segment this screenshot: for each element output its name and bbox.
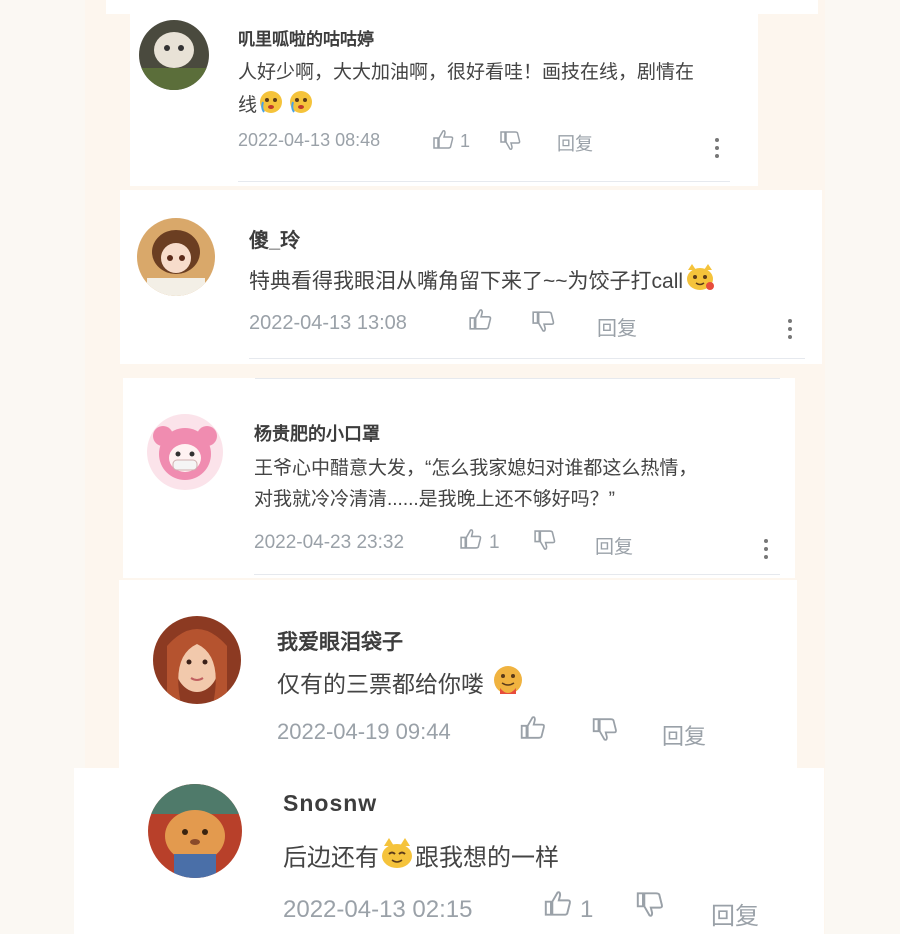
like-count: 1: [460, 131, 471, 151]
comment-card: Snosnw 后边还有 跟我想的一样 2022-04-13 02:15 1 回复: [74, 768, 824, 934]
comment-text-segment: 后边还有: [283, 844, 379, 872]
avatar[interactable]: [139, 20, 209, 90]
comment-text-line: 王爷心中醋意大发，“怎么我家媳妇对谁都这么热情，: [254, 458, 698, 479]
thumbs-down-icon[interactable]: [531, 311, 555, 338]
comment-text-line: 仅有的三票都给你喽: [277, 671, 484, 698]
more-vertical-icon[interactable]: [788, 319, 794, 343]
reply-button[interactable]: 回复: [662, 719, 706, 751]
comment-text-line: 线: [238, 95, 258, 117]
like-count: 1: [580, 896, 594, 923]
comment-text-line: 人好少啊，大大加油啊，很好看哇！画技在线，剧情在: [238, 62, 695, 83]
crying-face-emoji: [257, 88, 287, 124]
comment-author[interactable]: 叽里呱啦的咕咕婷: [238, 25, 374, 50]
comment-card: 我爱眼泪袋子 仅有的三票都给你喽 2022-04-19 09:44 回复: [119, 580, 797, 768]
thumbs-down-icon[interactable]: [591, 718, 618, 747]
avatar[interactable]: [153, 616, 241, 704]
divider: [254, 574, 780, 575]
cat-emoji: [683, 262, 717, 303]
thumbs-up-icon[interactable]: [543, 890, 572, 921]
thumbs-up-icon[interactable]: [459, 528, 482, 554]
like-count: 1: [489, 532, 500, 553]
comment-author[interactable]: 杨贵肥的小口罩: [254, 420, 380, 446]
thumbs-up-icon[interactable]: [519, 715, 546, 744]
comment-text-segment: 跟我想的一样: [415, 844, 559, 872]
comment-text-line: 特典看得我眼泪从嘴角留下来了~~为饺子打call: [249, 270, 684, 294]
reply-button[interactable]: 回复: [711, 896, 759, 931]
comment-date: 2022-04-19 09:44: [277, 719, 451, 744]
top-card-edge: [106, 0, 818, 14]
comment-date: 2022-04-13 08:48: [238, 130, 381, 150]
comment-date: 2022-04-13 02:15: [283, 896, 473, 923]
more-vertical-icon[interactable]: [715, 138, 721, 162]
thumbs-up-icon[interactable]: [432, 129, 454, 154]
more-vertical-icon[interactable]: [764, 539, 770, 563]
comment-text: 王爷心中醋意大发，“怎么我家媳妇对谁都这么热情， 对我就冷冷清清......是我…: [254, 453, 697, 515]
thumbs-down-icon[interactable]: [635, 892, 664, 923]
divider: [249, 358, 805, 359]
cat-emoji: [379, 836, 415, 882]
avatar[interactable]: [147, 414, 223, 490]
comment-card: 傻_玲 特典看得我眼泪从嘴角留下来了~~为饺子打call 2022-04-13 …: [120, 190, 822, 364]
comment-text: 特典看得我眼泪从嘴角留下来了~~为饺子打call: [249, 262, 717, 303]
comment-author[interactable]: 傻_玲: [249, 224, 300, 253]
thumbs-down-icon[interactable]: [533, 530, 556, 556]
comment-date: 2022-04-23 23:32: [254, 532, 405, 553]
crying-face-emoji: [287, 88, 317, 124]
comment-card: 叽里呱啦的咕咕婷 人好少啊，大大加油啊，很好看哇！画技在线，剧情在 线 2022…: [130, 0, 758, 186]
comment-card: 杨贵肥的小口罩 王爷心中醋意大发，“怎么我家媳妇对谁都这么热情， 对我就冷冷清清…: [123, 378, 795, 578]
hug-face-emoji: [490, 664, 526, 708]
divider: [255, 378, 780, 379]
comment-date: 2022-04-13 13:08: [249, 312, 407, 334]
avatar[interactable]: [148, 784, 242, 878]
reply-button[interactable]: 回复: [597, 312, 637, 341]
comment-text: 仅有的三票都给你喽: [277, 664, 526, 708]
comment-author[interactable]: Snosnw: [283, 790, 377, 817]
comment-text: 后边还有 跟我想的一样: [283, 836, 559, 882]
avatar[interactable]: [137, 218, 215, 296]
comment-text: 人好少啊，大大加油啊，很好看哇！画技在线，剧情在 线: [238, 58, 694, 124]
comment-text-line: 对我就冷冷清清......是我晚上还不够好吗？”: [254, 489, 616, 510]
divider: [238, 181, 730, 182]
reply-button[interactable]: 回复: [557, 130, 593, 156]
thumbs-down-icon[interactable]: [499, 131, 521, 156]
reply-button[interactable]: 回复: [595, 532, 633, 559]
thumbs-up-icon[interactable]: [468, 308, 492, 335]
comment-author[interactable]: 我爱眼泪袋子: [277, 626, 403, 656]
